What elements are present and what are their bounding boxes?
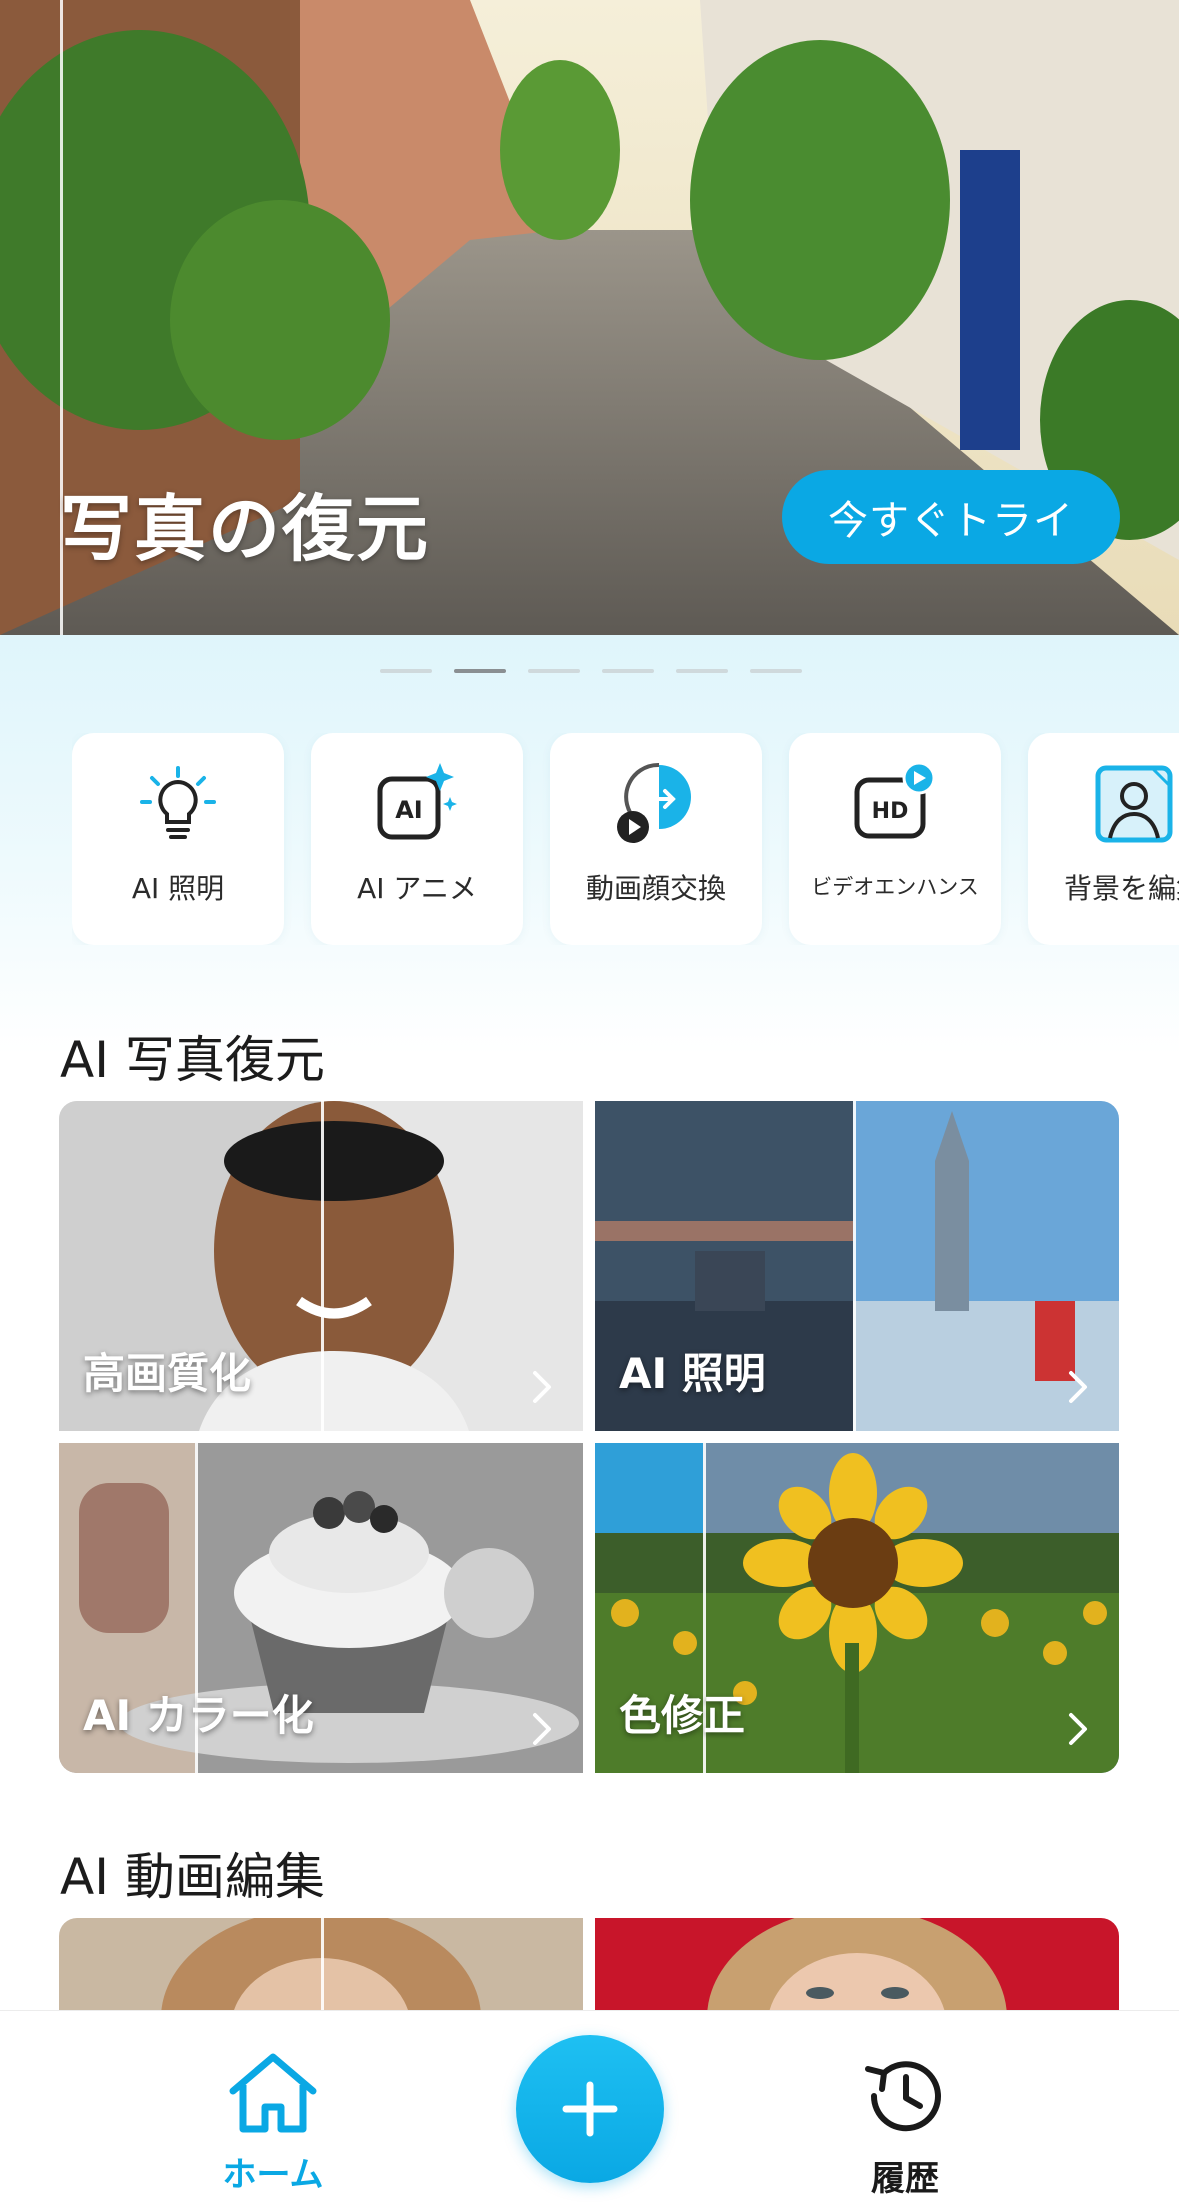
pager-dot-active[interactable] bbox=[454, 669, 506, 673]
pager-dot[interactable] bbox=[676, 669, 728, 673]
chevron-right-icon bbox=[1069, 1371, 1087, 1403]
try-now-button[interactable]: 今すぐトライ bbox=[782, 470, 1120, 564]
background-edit-icon bbox=[1089, 759, 1179, 849]
svg-text:AI: AI bbox=[395, 796, 423, 824]
compare-divider[interactable] bbox=[321, 1101, 324, 1431]
tool-label: 背景を編集 bbox=[1063, 872, 1179, 905]
nav-home[interactable]: ホーム bbox=[183, 2051, 363, 2196]
carousel-pager bbox=[380, 669, 802, 673]
video-card-1[interactable] bbox=[59, 1918, 583, 2010]
tool-video-face-swap[interactable]: 動画顔交換 bbox=[550, 733, 762, 945]
tool-video-enhance[interactable]: HD ビデオエンハンス bbox=[789, 733, 1001, 945]
video-card-2[interactable] bbox=[595, 1918, 1119, 2010]
face-swap-icon bbox=[611, 759, 701, 849]
tool-ai-anime[interactable]: AI AI アニメ bbox=[311, 733, 523, 945]
tool-label: AI 照明 bbox=[131, 872, 225, 905]
card-label: 色修正 bbox=[619, 1691, 746, 1740]
chevron-right-icon bbox=[1069, 1713, 1087, 1745]
card-color-correction[interactable]: 色修正 bbox=[595, 1443, 1119, 1773]
tool-ai-lighting[interactable]: AI 照明 bbox=[72, 733, 284, 945]
svg-text:HD: HD bbox=[872, 799, 909, 824]
card-ai-lighting[interactable]: AI 照明 bbox=[595, 1101, 1119, 1431]
tools-row: AI 照明 AI AI アニメ 動画顔交換 HD ビデオエンハンス 背景を編 bbox=[72, 733, 1179, 945]
compare-divider[interactable] bbox=[853, 1101, 856, 1431]
hero-banner[interactable]: 写真の復元 今すぐトライ bbox=[0, 0, 1179, 635]
nav-history-label: 履歴 bbox=[871, 2159, 939, 2199]
nav-home-label: ホーム bbox=[222, 2155, 324, 2195]
home-icon bbox=[229, 2053, 317, 2133]
pager-dot[interactable] bbox=[528, 669, 580, 673]
pager-dot[interactable] bbox=[602, 669, 654, 673]
chevron-right-icon bbox=[533, 1371, 551, 1403]
section-title-photo: AI 写真復元 bbox=[60, 1031, 325, 1089]
card-ai-colorize[interactable]: AI カラー化 bbox=[59, 1443, 583, 1773]
card-label: AI 照明 bbox=[619, 1349, 766, 1398]
plus-icon bbox=[562, 2081, 618, 2137]
card-upscale[interactable]: 高画質化 bbox=[59, 1101, 583, 1431]
card-label: 高画質化 bbox=[83, 1349, 252, 1398]
history-icon bbox=[865, 2061, 941, 2132]
ai-sparkle-icon: AI bbox=[372, 759, 462, 849]
card-label: AI カラー化 bbox=[83, 1691, 314, 1740]
section-title-video: AI 動画編集 bbox=[60, 1848, 325, 1906]
compare-divider[interactable] bbox=[321, 1918, 324, 2010]
nav-history[interactable]: 履歴 bbox=[815, 2051, 995, 2200]
tool-label: ビデオエンハンス bbox=[811, 875, 979, 899]
hero-title: 写真の復元 bbox=[60, 487, 431, 571]
add-button[interactable] bbox=[516, 2035, 664, 2183]
hd-video-icon: HD bbox=[850, 759, 940, 849]
tool-label: AI アニメ bbox=[357, 872, 477, 905]
chevron-right-icon bbox=[533, 1713, 551, 1745]
tool-background-edit[interactable]: 背景を編集 bbox=[1028, 733, 1179, 945]
tool-label: 動画顔交換 bbox=[585, 872, 726, 905]
pager-dot[interactable] bbox=[380, 669, 432, 673]
video-thumbnail bbox=[595, 1918, 1119, 2010]
pager-dot[interactable] bbox=[750, 669, 802, 673]
lightbulb-icon bbox=[133, 759, 223, 849]
